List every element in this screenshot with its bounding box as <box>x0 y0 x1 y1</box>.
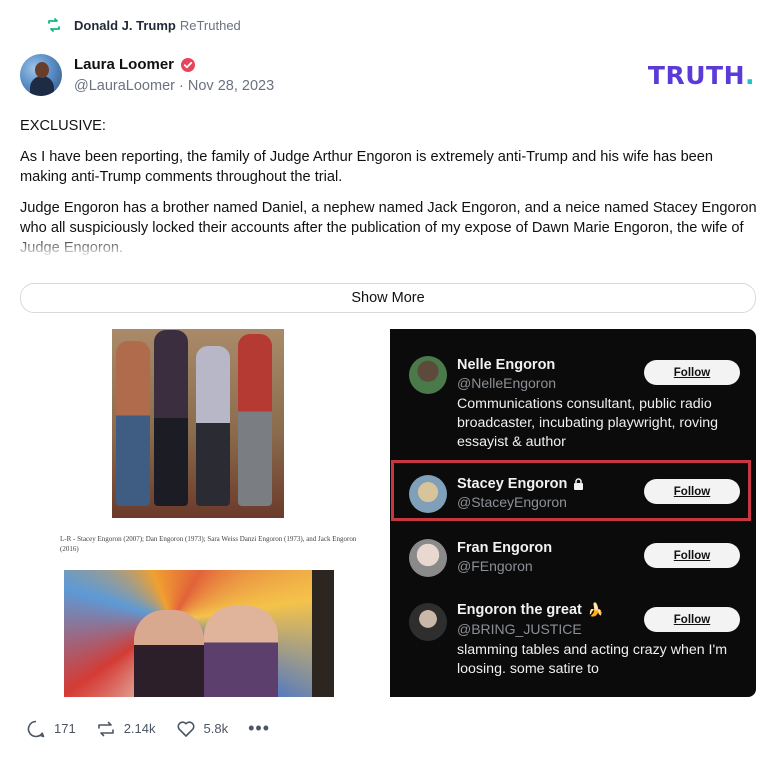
account-avatar <box>409 603 447 641</box>
reply-button[interactable]: 171 <box>26 719 76 739</box>
account-handle: @NelleEngoron <box>457 375 557 391</box>
account-name-row: Engoron the great 🍌 <box>457 602 604 618</box>
avatar[interactable] <box>20 54 62 96</box>
account-handle: @StaceyEngoron <box>457 494 567 510</box>
account-name: Stacey Engoron <box>457 476 568 492</box>
retruth-user[interactable]: Donald J. Trump <box>74 18 176 33</box>
account-handle: @BRING_JUSTICE <box>457 621 582 637</box>
handle[interactable]: @LauraLoomer <box>74 78 175 94</box>
retruth-icon <box>97 721 114 736</box>
like-button[interactable]: 5.8k <box>176 719 229 739</box>
action-bar: 171 2.14k 5.8k ••• <box>26 718 270 739</box>
media-image-left[interactable]: L-R - Stacey Engoron (2007); Dan Engoron… <box>20 329 390 697</box>
post-paragraph: EXCLUSIVE: <box>20 118 106 134</box>
account-bio: Communications consultant, public radio … <box>457 396 719 450</box>
account-name: Nelle Engoron <box>457 357 556 373</box>
truth-logo: TRUTH. <box>647 61 755 90</box>
account-bio: slamming tables and acting crazy when I'… <box>457 642 728 677</box>
post-paragraph: Judge Engoron has a brother named Daniel… <box>20 200 757 256</box>
display-name[interactable]: Laura Loomer <box>74 56 174 73</box>
retruth-count: 2.14k <box>123 721 156 736</box>
more-options-icon[interactable]: ••• <box>248 718 270 739</box>
account-avatar <box>409 356 447 394</box>
photo-caption: L-R - Stacey Engoron (2007); Dan Engoron… <box>60 535 357 553</box>
account-avatar <box>409 475 447 513</box>
account-avatar <box>409 539 447 577</box>
lock-icon <box>574 478 584 490</box>
post-header: Laura Loomer @LauraLoomer · Nov 28, 2023 <box>20 54 274 96</box>
account-name: Engoron the great <box>457 602 582 618</box>
retruth-button[interactable]: 2.14k <box>96 719 156 739</box>
media-image-right[interactable]: Nelle Engoron @NelleEngoron Follow Commu… <box>390 329 756 697</box>
post-date[interactable]: Nov 28, 2023 <box>188 78 274 94</box>
account-name-row: Stacey Engoron <box>457 476 584 492</box>
painting-photo <box>64 570 334 697</box>
show-more-button[interactable]: Show More <box>20 283 756 313</box>
reply-icon <box>27 720 45 737</box>
account-handle: @FEngoron <box>457 558 533 574</box>
follow-button: Follow <box>644 607 740 632</box>
follow-button: Follow <box>644 543 740 568</box>
banana-icon: 🍌 <box>587 602 605 617</box>
follow-button: Follow <box>644 360 740 385</box>
reply-count: 171 <box>54 721 76 736</box>
retruth-icon <box>48 18 60 32</box>
like-count: 5.8k <box>203 721 229 736</box>
post-body: EXCLUSIVE: As I have been reporting, the… <box>20 116 760 258</box>
retruth-banner: Donald J. Trump ReTruthed <box>46 17 241 33</box>
account-name: Fran Engoron <box>457 540 553 556</box>
family-photo <box>112 329 284 518</box>
follow-button: Follow <box>644 479 740 504</box>
retruth-label: ReTruthed <box>179 17 241 33</box>
post-paragraph: As I have been reporting, the family of … <box>20 149 714 185</box>
verified-badge-icon <box>181 57 196 72</box>
heart-icon <box>177 720 195 737</box>
